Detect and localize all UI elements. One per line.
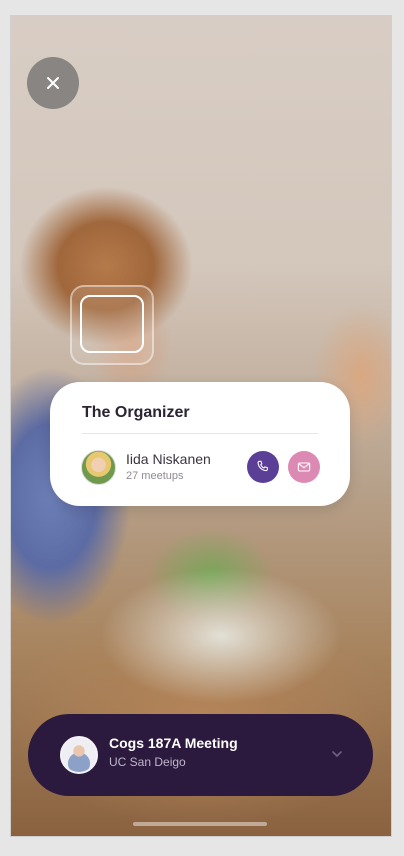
close-icon	[47, 77, 59, 89]
event-title: Cogs 187A Meeting	[109, 735, 238, 751]
phone-icon	[257, 460, 268, 472]
mail-icon	[297, 462, 311, 472]
organizer-avatar[interactable]	[81, 450, 116, 485]
divider	[82, 433, 318, 434]
organizer-meetups-count: 27 meetups	[126, 470, 184, 482]
call-button[interactable]	[247, 451, 279, 483]
phone-screen: The Organizer Iida Niskanen 27 meetups C…	[10, 15, 392, 837]
close-button[interactable]	[27, 57, 79, 109]
event-avatar	[60, 736, 98, 774]
home-indicator	[133, 822, 267, 826]
event-bar[interactable]: Cogs 187A Meeting UC San Deigo	[28, 714, 373, 796]
mail-button[interactable]	[288, 451, 320, 483]
face-focus-frame[interactable]	[80, 295, 144, 353]
organizer-card: The Organizer Iida Niskanen 27 meetups	[50, 382, 350, 506]
chevron-down-icon[interactable]	[330, 747, 344, 761]
organizer-card-title: The Organizer	[82, 404, 190, 421]
event-location: UC San Deigo	[109, 755, 186, 769]
organizer-name[interactable]: Iida Niskanen	[126, 451, 211, 467]
